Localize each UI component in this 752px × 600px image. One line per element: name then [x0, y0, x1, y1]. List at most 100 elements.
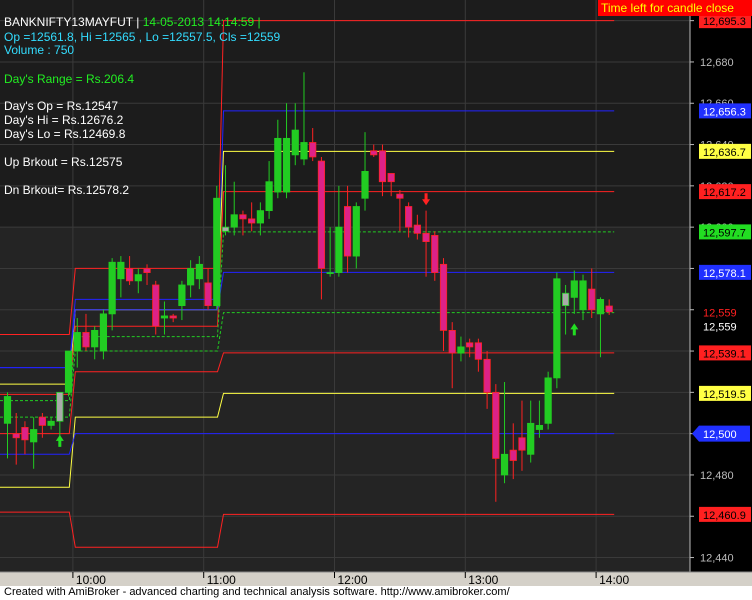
candle-body	[474, 342, 482, 360]
candle-body	[3, 396, 12, 424]
candle-body	[187, 268, 195, 286]
last-price-label: 12,559	[703, 307, 737, 319]
candle-body	[64, 350, 73, 393]
candle-body	[108, 261, 116, 315]
candle-body	[483, 358, 491, 393]
up-breakout-label: Up Brkout = Rs.12575	[4, 155, 123, 169]
candle-timer-badge: Time left for candle close	[598, 0, 752, 16]
candle-body	[535, 424, 544, 430]
candle-body	[248, 218, 256, 224]
candle-body	[361, 170, 369, 199]
candle-body	[256, 210, 264, 224]
candle-body	[30, 429, 38, 443]
chart-window: 12,70012,68012,66012,64012,62012,60012,5…	[0, 0, 752, 600]
candle-body	[230, 214, 238, 228]
candle-body	[239, 214, 247, 220]
candle-body	[47, 420, 55, 426]
x-tick-label: 14:00	[599, 573, 629, 587]
price-badge-label: 12,460.9	[703, 510, 746, 522]
footer-credit: Created with AmiBroker - advanced charti…	[4, 586, 510, 598]
candle-body	[160, 315, 169, 319]
candle-body	[387, 173, 395, 183]
candle-body	[99, 313, 108, 352]
candle-body	[274, 137, 282, 193]
candle-body	[579, 280, 587, 311]
candle-body	[221, 226, 230, 232]
candle-body	[282, 137, 291, 193]
volume-label: Volume : 750	[4, 43, 75, 57]
y-tick-label: 12,440	[700, 553, 734, 565]
candle-body	[370, 150, 378, 156]
y-axis-panel	[690, 0, 752, 572]
candle-body	[448, 329, 456, 354]
candle-body	[91, 329, 99, 348]
last-price-label-white: 12,559	[703, 321, 737, 333]
days-low-label: Day's Lo = Rs.12469.8	[4, 127, 126, 141]
candle-body	[509, 449, 517, 461]
candle-body	[82, 332, 90, 348]
price-badge-label: 12,539.1	[703, 348, 746, 360]
days-high-label: Day's Hi = Rs.12676.2	[4, 113, 124, 127]
candle-body	[544, 377, 552, 424]
price-badge-label: 12,597.7	[703, 227, 746, 239]
days-range-label: Day's Range = Rs.206.4	[4, 72, 135, 86]
candle-body	[56, 391, 64, 422]
candle-body	[12, 433, 20, 439]
candlestick-chart[interactable]: 12,70012,68012,66012,64012,62012,60012,5…	[0, 0, 752, 600]
candle-body	[335, 226, 343, 273]
candle-body	[73, 332, 81, 352]
price-badge-label: 12,636.7	[703, 147, 746, 159]
candle-body	[265, 181, 273, 212]
candle-body	[204, 282, 212, 307]
candle-body	[117, 261, 125, 280]
candle-body	[422, 232, 430, 243]
candle-body	[169, 315, 177, 319]
datetime-label: 14-05-2013 14:14:59 |	[142, 15, 261, 29]
price-badge-label: 12,695.3	[703, 16, 746, 28]
x-tick-label: 11:00	[207, 573, 236, 587]
candle-body	[317, 160, 326, 269]
candle-body	[596, 299, 605, 315]
candle-body	[588, 288, 596, 311]
price-badge-label: 12,617.2	[703, 187, 746, 199]
candle-body	[134, 274, 142, 282]
down-breakout-label: Dn Brkout= Rs.12578.2	[4, 183, 130, 197]
ohlc-label: Op =12561.8, Hi =12565 , Lo =12557.5, Cl…	[4, 30, 281, 44]
candle-body	[152, 284, 160, 327]
candle-body	[125, 268, 134, 282]
plot-bg-lower	[0, 227, 690, 572]
candle-body	[300, 142, 308, 160]
y-tick-label: 12,480	[700, 470, 734, 482]
candle-body	[21, 427, 29, 441]
candle-body	[143, 268, 151, 273]
price-badge-label: 12,500	[703, 429, 737, 441]
candle-body	[553, 278, 561, 379]
x-tick-label: 10:00	[76, 573, 106, 587]
x-tick-label: 12:00	[338, 573, 368, 587]
candle-body	[518, 437, 526, 451]
candle-body	[492, 391, 500, 459]
price-badge-label: 12,578.1	[703, 268, 746, 280]
candle-body	[500, 453, 509, 476]
candle-body	[570, 280, 578, 298]
x-tick-label: 13:00	[468, 573, 498, 587]
price-badge-label: 12,519.5	[703, 389, 746, 401]
header-line-1: BANKNIFTY13MAYFUT | 14-05-2013 14:14:59 …	[4, 15, 261, 29]
candle-body	[413, 224, 421, 234]
candle-body	[431, 235, 439, 273]
price-badge-label: 12,656.3	[703, 106, 746, 118]
days-open-label: Day's Op = Rs.12547	[4, 99, 119, 113]
candle-body	[405, 206, 413, 228]
candle-body	[195, 263, 203, 280]
candle-body	[466, 342, 474, 348]
y-tick-label: 12,680	[700, 57, 734, 69]
symbol-label: BANKNIFTY13MAYFUT |	[4, 15, 140, 29]
candle-body	[38, 416, 46, 426]
candle-body	[378, 150, 387, 183]
candle-body	[309, 142, 317, 158]
candle-body	[439, 263, 448, 331]
candle-body	[178, 284, 186, 307]
candle-body	[326, 272, 334, 274]
candle-body	[561, 292, 570, 307]
candle-body	[396, 193, 404, 199]
